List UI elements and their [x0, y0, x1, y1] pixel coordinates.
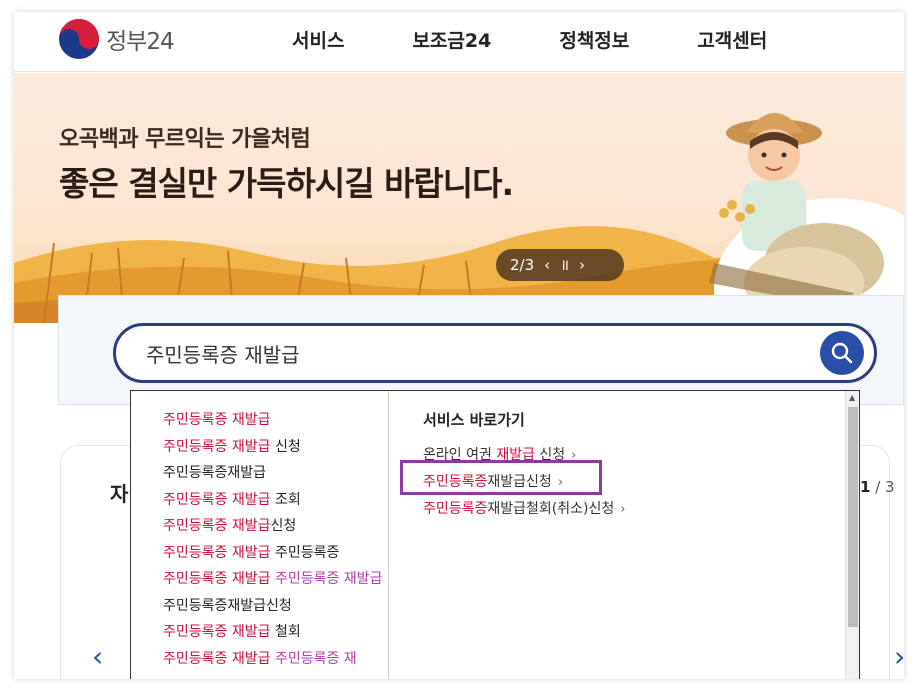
suggestion-item[interactable]: 주민등록증 재발급 철회: [163, 619, 388, 646]
chevron-right-icon: ›: [557, 475, 564, 490]
quick-link-item[interactable]: 주민등록증재발급신청 ›: [423, 469, 823, 496]
suggestion-text-hl: 주민등록증 재발급: [163, 650, 271, 667]
content-card-title: 자: [110, 482, 129, 506]
content-page-current: 1: [860, 478, 871, 496]
suggestion-text-rest: 신청: [270, 438, 301, 455]
dropdown-scrollbar[interactable]: ▲ ▼: [845, 391, 859, 679]
suggestion-text-hl: 주민등록증 재발급: [163, 491, 271, 508]
suggestion-text-hl: 주민등록증 재발급: [163, 544, 271, 561]
hero-banner[interactable]: 오곡백과 무르익는 가을처럼 좋은 결실만 가득하시길 바랍니다. 2/3 ‹ …: [14, 73, 904, 323]
suggestion-text-hl: 주민등록증 재발급: [163, 438, 271, 455]
search-icon: [831, 342, 853, 364]
taegeuk-logo-icon: [59, 19, 99, 59]
quick-links-title: 서비스 바로가기: [423, 411, 525, 429]
suggestion-text-hl: 주민등록증 재발급: [163, 624, 271, 640]
chevron-right-icon: ›: [571, 448, 577, 463]
farmer-illustration: [709, 113, 904, 323]
content-page-total: / 3: [875, 478, 895, 496]
suggestion-text-hl: 주민등록증 재발급: [163, 412, 271, 428]
quick-link-text-hl: 주민등록증: [423, 501, 488, 517]
banner-title: 좋은 결실만 가득하시길 바랍니다.: [59, 164, 514, 203]
chevron-right-icon: ›: [620, 502, 626, 517]
gov24-logo[interactable]: 정부24: [58, 18, 175, 60]
quick-link-item[interactable]: 온라인 여권 재발급 신청 ›: [423, 442, 823, 469]
suggestion-item[interactable]: 주민등록증 재발급: [163, 407, 388, 434]
nav-item-customer-center[interactable]: 고객센터: [697, 26, 767, 53]
suggestion-text-rest: 조회: [270, 491, 301, 508]
suggestion-text-hl: 주민등록증 재발급: [163, 518, 271, 534]
content-prev-arrow-icon[interactable]: ‹: [92, 640, 103, 673]
nav-item-policy-info[interactable]: 정책정보: [559, 26, 629, 53]
quick-links-panel: 서비스 바로가기 온라인 여권 재발급 신청 › 주민등록증재발급신청 › 주민등록증재…: [423, 409, 823, 523]
suggestion-text-rest: 철회: [270, 624, 301, 640]
suggestion-text-rest: 주민등록증재발급신청: [163, 597, 292, 614]
quick-link-text-hl: 주민등록증: [423, 474, 488, 490]
nav-item-subsidy24[interactable]: 보조금24: [412, 26, 491, 53]
suggestion-item[interactable]: 주민등록증 재발급 주민등록증 재: [163, 646, 388, 673]
suggestion-item[interactable]: 주민등록증 재발급 주민등록증: [163, 540, 388, 567]
suggestion-text-rest: 주민등록증: [270, 544, 340, 561]
suggestion-item[interactable]: 주민등록증 재발급신청: [163, 513, 388, 540]
banner-next-button[interactable]: ›: [579, 256, 585, 274]
search-autocomplete-dropdown: 주민등록증 재발급 주민등록증 재발급 신청 주민등록증재발급 주민등록증 재발급 조…: [130, 390, 860, 679]
quick-link-text-hl: 재발급: [496, 447, 535, 463]
scroll-down-arrow-icon[interactable]: ▼: [849, 678, 855, 679]
site-header: 정부24 서비스 보조금24 정책정보 고객센터: [14, 12, 904, 72]
suggestion-text-rest: 신청: [270, 518, 297, 534]
banner-page-count: 2/3: [510, 256, 535, 274]
quick-link-text-pre: 온라인 여권: [423, 447, 497, 463]
suggestion-item[interactable]: 주민등록증재발급: [163, 460, 388, 487]
banner-pager: 2/3 ‹ ॥ ›: [496, 249, 624, 281]
content-next-arrow-icon[interactable]: ›: [894, 640, 904, 673]
main-nav: 서비스 보조금24 정책정보 고객센터: [292, 26, 835, 53]
quick-link-text-post: 재발급신청: [487, 474, 552, 490]
search-input[interactable]: [146, 338, 786, 368]
suggestion-text-rest: 주민등록증재발급: [163, 465, 267, 481]
suggestion-item[interactable]: 주민등록증 재발급 주민등록증 재발급: [163, 566, 388, 593]
suggestion-item[interactable]: 주민등록증 재발급 조회: [163, 487, 388, 514]
banner-prev-button[interactable]: ‹: [544, 256, 550, 274]
banner-subtitle: 오곡백과 무르익는 가을처럼: [59, 127, 311, 152]
suggestion-item[interactable]: 주민등록증재발급신청: [163, 593, 388, 620]
quick-link-text-post: 신청: [534, 447, 566, 463]
scroll-up-arrow-icon[interactable]: ▲: [849, 393, 855, 402]
quick-link-item[interactable]: 주민등록증재발급철회(취소)신청 ›: [423, 496, 823, 523]
nav-item-services[interactable]: 서비스: [292, 26, 344, 53]
logo-text: 정부24: [106, 29, 175, 55]
content-card-pagination: 1 / 3: [860, 478, 895, 496]
banner-pause-button[interactable]: ॥: [560, 255, 569, 275]
search-box: [113, 323, 877, 383]
quick-links-list: 온라인 여권 재발급 신청 › 주민등록증재발급신청 › 주민등록증재발급철회(취소)신…: [423, 442, 823, 523]
suggestion-text-hl2: 주민등록증 재발급: [274, 571, 383, 587]
browser-viewport: 정부24 서비스 보조금24 정책정보 고객센터 오곡백과 무르익는 가을처럼 …: [14, 12, 904, 679]
suggestion-item[interactable]: 주민등록증 재발급 신청: [163, 434, 388, 461]
scroll-thumb[interactable]: [848, 407, 858, 627]
suggestion-text-hl2: 주민등록증 재: [274, 650, 357, 667]
quick-link-text-post: 재발급철회(취소)신청: [487, 501, 615, 517]
suggestion-text-hl: 주민등록증 재발급: [163, 571, 271, 587]
suggestion-list: 주민등록증 재발급 주민등록증 재발급 신청 주민등록증재발급 주민등록증 재발급 조…: [131, 391, 389, 679]
search-button[interactable]: [820, 331, 864, 375]
